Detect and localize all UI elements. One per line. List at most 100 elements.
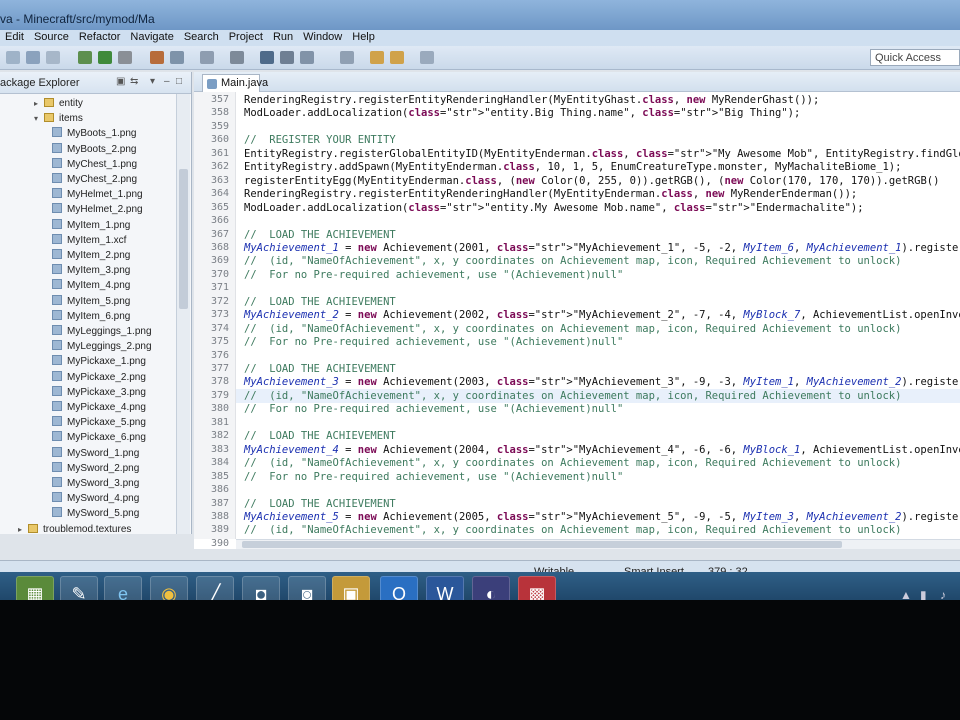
back-icon[interactable] (370, 51, 384, 64)
code-line[interactable]: // REGISTER YOUR ENTITY (244, 134, 396, 146)
explorer-scroll-thumb[interactable] (179, 169, 188, 309)
task-icon[interactable] (230, 51, 244, 64)
tree-item-file[interactable]: MyBoots_2.png (52, 142, 137, 157)
tree-item-file[interactable]: MySword_3.png (52, 476, 139, 491)
editor-scroll-thumb[interactable] (242, 541, 842, 548)
code-line[interactable]: // For no Pre-required achievement, use … (244, 403, 623, 415)
link-editor-icon[interactable]: ⇆ (130, 77, 140, 87)
toggle-view-icon[interactable] (260, 51, 274, 64)
tree-item-file[interactable]: MyItem_2.png (52, 248, 130, 263)
tree-item-file[interactable]: MyItem_5.png (52, 294, 130, 309)
tree-item-file[interactable]: MyHelmet_1.png (52, 187, 143, 202)
app-icon[interactable]: ◙ (288, 576, 326, 600)
tree-item-file[interactable]: MyItem_1.png (52, 218, 130, 233)
tree-item-package[interactable]: ▸ entity (34, 96, 83, 111)
maximize-icon[interactable]: □ (176, 77, 186, 87)
code-line[interactable]: // (id, "NameOfAchievement", x, y coordi… (244, 457, 901, 469)
annotation-icon[interactable] (340, 51, 354, 64)
code-line[interactable]: // LOAD THE ACHIEVEMENT (244, 430, 396, 442)
code-line[interactable]: // (id, "NameOfAchievement", x, y coordi… (244, 323, 901, 335)
expand-arrow-icon[interactable]: ▸ (18, 522, 28, 537)
pen-tool-icon[interactable]: ╱ (196, 576, 234, 600)
tree-item-package[interactable]: ▸ troublemod.textures (18, 522, 131, 537)
open-type-icon[interactable] (170, 51, 184, 64)
explorer-scrollbar[interactable] (176, 94, 190, 534)
tree-item-file[interactable]: MyHelmet_2.png (52, 202, 143, 217)
run-menu-icon[interactable] (118, 51, 132, 64)
menu-help[interactable]: Help (347, 30, 380, 43)
menu-run[interactable]: Run (268, 30, 298, 43)
menu-refactor[interactable]: Refactor (74, 30, 126, 43)
tree-item-file[interactable]: MyChest_2.png (52, 172, 137, 187)
tree-item-file[interactable]: MyPickaxe_2.png (52, 370, 146, 385)
outline-icon[interactable] (300, 51, 314, 64)
code-line[interactable]: // LOAD THE ACHIEVEMENT (244, 229, 396, 241)
print-icon[interactable] (46, 51, 60, 64)
code-line[interactable]: MyAchievement_3 = new Achievement(2003, … (244, 376, 960, 388)
paint-icon[interactable]: ✎ (60, 576, 98, 600)
menu-project[interactable]: Project (224, 30, 268, 43)
code-line[interactable]: // LOAD THE ACHIEVEMENT (244, 296, 396, 308)
outlook-icon[interactable]: O (380, 576, 418, 600)
image-app-icon[interactable]: ▩ (518, 576, 556, 600)
tree-item-file[interactable]: MyPickaxe_6.png (52, 430, 146, 445)
run-icon[interactable] (98, 51, 112, 64)
code-line[interactable]: EntityRegistry.registerGlobalEntityID(My… (244, 148, 960, 160)
volume-icon[interactable]: ♪ (940, 588, 946, 600)
new-class-icon[interactable] (150, 51, 164, 64)
tree-item-file[interactable]: MySword_5.png (52, 506, 139, 521)
folder-app-icon[interactable]: ▣ (332, 576, 370, 600)
menu-navigate[interactable]: Navigate (125, 30, 178, 43)
tree-item-file[interactable]: MyItem_6.png (52, 309, 130, 324)
tab-main-java[interactable]: Main.java (202, 74, 268, 92)
tree-item-file[interactable]: MySword_1.png (52, 446, 139, 461)
collapse-all-icon[interactable]: ▣ (116, 77, 126, 87)
menu-window[interactable]: Window (298, 30, 347, 43)
tree-item-file[interactable]: MySword_4.png (52, 491, 139, 506)
code-line[interactable]: // (id, "NameOfAchievement", x, y coordi… (244, 255, 901, 267)
app-icon[interactable]: ◘ (242, 576, 280, 600)
tree-item-file[interactable]: MyPickaxe_5.png (52, 415, 146, 430)
menu-search[interactable]: Search (179, 30, 224, 43)
code-line[interactable]: ModLoader.addLocalization(class="str">"e… (244, 202, 864, 214)
search-icon[interactable] (200, 51, 214, 64)
menu-source[interactable]: Source (29, 30, 74, 43)
quick-access-field[interactable]: Quick Access (870, 49, 960, 66)
internet-explorer-icon[interactable]: e (104, 576, 142, 600)
code-line[interactable]: RenderingRegistry.registerEntityRenderin… (244, 94, 819, 106)
code-line[interactable]: // For no Pre-required achievement, use … (244, 269, 623, 281)
code-line[interactable]: // LOAD THE ACHIEVEMENT (244, 363, 396, 375)
minimize-icon[interactable]: – (164, 77, 174, 87)
tree-item-file[interactable]: MyBoots_1.png (52, 126, 137, 141)
tree-item-file[interactable]: MyPickaxe_3.png (52, 385, 146, 400)
expand-arrow-icon[interactable]: ▸ (34, 96, 44, 111)
menu-edit[interactable]: Edit (0, 30, 29, 43)
code-area[interactable]: RenderingRegistry.registerEntityRenderin… (236, 92, 960, 539)
save-icon[interactable] (26, 51, 40, 64)
code-line[interactable]: MyAchievement_4 = new Achievement(2004, … (244, 444, 960, 456)
forward-icon[interactable] (390, 51, 404, 64)
tree-item-file[interactable]: MySword_2.png (52, 461, 139, 476)
code-line[interactable]: MyAchievement_2 = new Achievement(2002, … (244, 309, 960, 321)
eclipse-icon[interactable]: ◐ (472, 576, 510, 600)
tree-item-file[interactable]: MyPickaxe_4.png (52, 400, 146, 415)
debug-icon[interactable] (78, 51, 92, 64)
expand-arrow-icon[interactable]: ▾ (34, 111, 44, 126)
code-line[interactable]: // LOAD THE ACHIEVEMENT (244, 498, 396, 510)
minecraft-icon[interactable]: ▦ (16, 576, 54, 600)
tree-item-file[interactable]: MyLeggings_1.png (52, 324, 152, 339)
editor-horizontal-scrollbar[interactable] (236, 539, 960, 549)
code-line[interactable]: MyAchievement_1 = new Achievement(2001, … (244, 242, 960, 254)
network-icon[interactable]: ▮ (920, 588, 927, 600)
navigate-arrow-icon[interactable] (420, 51, 434, 64)
tree-item-file[interactable]: MyChest_1.png (52, 157, 137, 172)
chrome-icon[interactable]: ◉ (150, 576, 188, 600)
show-hidden-icons-icon[interactable]: ▲ (900, 588, 912, 600)
code-line[interactable]: RenderingRegistry.registerEntityRenderin… (244, 188, 857, 200)
code-line[interactable]: MyAchievement_5 = new Achievement(2005, … (244, 511, 960, 523)
view-menu-icon[interactable]: ▾ (150, 77, 160, 87)
tree-item-file[interactable]: MyPickaxe_1.png (52, 354, 146, 369)
code-line[interactable]: registerEntityEgg(MyEntityEnderman.class… (244, 175, 939, 187)
word-icon[interactable]: W (426, 576, 464, 600)
code-line[interactable]: // (id, "NameOfAchievement", x, y coordi… (244, 524, 901, 536)
